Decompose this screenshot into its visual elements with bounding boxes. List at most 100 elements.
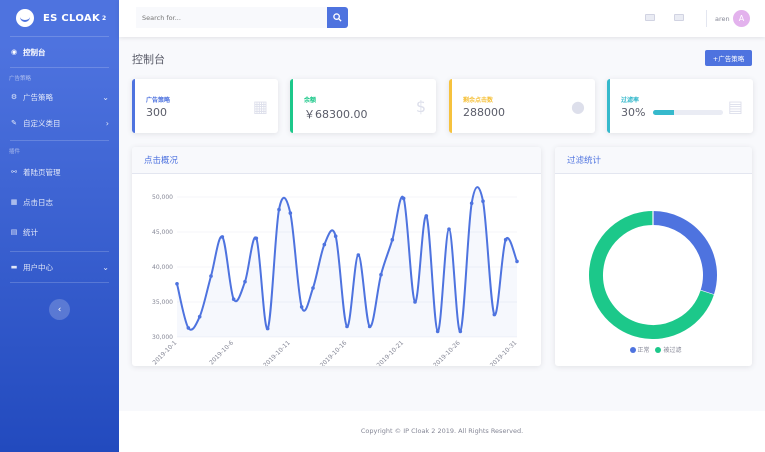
data-point — [458, 329, 463, 334]
sidebar-item-label: 广告策略 — [23, 92, 53, 102]
sidebar-item-landing-pages[interactable]: ⚯ 着陆页管理 — [0, 157, 119, 187]
stat-card-balance: 余额 ￥68300.00 $ — [290, 79, 436, 133]
filter-rate-progress — [653, 110, 723, 115]
brand[interactable]: ES CLOAK 2 — [0, 0, 119, 36]
data-point — [413, 300, 417, 304]
gear-icon: ⚙ — [10, 93, 18, 101]
data-point — [503, 237, 508, 242]
data-point — [515, 259, 519, 264]
data-point — [288, 211, 293, 215]
x-tick-label: 2019-10-31 — [489, 339, 519, 366]
y-tick-label: 50,000 — [152, 194, 173, 201]
stat-value: 288000 — [463, 106, 505, 119]
chart-icon: ▤ — [10, 228, 18, 236]
sidebar-item-stats[interactable]: ▤ 统计 — [0, 217, 119, 247]
data-point — [322, 242, 327, 247]
dashboard-icon: ◉ — [10, 48, 18, 56]
data-point — [333, 234, 338, 238]
data-point — [345, 324, 349, 329]
panel-title: 点击概况 — [132, 147, 541, 174]
envelope-icon[interactable] — [674, 14, 684, 21]
legend-swatch — [629, 347, 636, 353]
wrench-icon: ✎ — [11, 119, 17, 127]
sidebar-item-custom-category[interactable]: ✎ 自定义类目 › — [0, 110, 119, 136]
donut-legend: 正常 被过滤 — [555, 345, 752, 354]
sidebar-item-user-center[interactable]: ▬ 用户中心 ⌄ — [0, 252, 119, 282]
panel-title: 过滤统计 — [555, 147, 752, 174]
data-point — [356, 253, 361, 257]
data-point — [492, 312, 497, 317]
brand-sup: 2 — [102, 14, 107, 22]
sidebar-item-label: 自定义类目 — [23, 118, 61, 128]
x-tick-label: 2019-10-1 — [151, 339, 178, 366]
sidebar-toggle-button[interactable]: ‹ — [49, 299, 70, 320]
sidebar-heading-ads: 广告策略 — [9, 76, 32, 82]
data-point — [220, 235, 225, 239]
chevron-down-icon: ⌄ — [102, 92, 109, 102]
data-point — [424, 214, 429, 218]
add-ad-strategy-button[interactable]: +广告策略 — [705, 50, 752, 66]
divider — [706, 10, 707, 27]
username[interactable]: aren — [715, 15, 730, 23]
stat-label: 余额 — [304, 97, 317, 104]
search-input[interactable] — [136, 7, 327, 28]
data-point — [367, 324, 372, 329]
chevron-right-icon: › — [105, 118, 109, 128]
legend-label: 正常 — [637, 347, 650, 354]
x-tick-label: 2019-10-26 — [432, 339, 462, 366]
x-tick-label: 2019-10-21 — [375, 339, 405, 366]
footer: Copyright © IP Cloak 2 2019. All Rights … — [119, 411, 765, 452]
click-overview-panel: 点击概况 30,000 35,000 40,000 45,000 50,000 2019-… — [132, 147, 541, 369]
y-tick-label: 35,000 — [152, 299, 173, 306]
data-point — [299, 305, 304, 309]
data-point — [209, 274, 213, 278]
search-bar — [136, 7, 348, 28]
data-point — [390, 237, 395, 242]
stat-value: 300 — [146, 106, 167, 119]
data-point — [311, 286, 315, 290]
sidebar-item-click-log[interactable]: ▦ 点击日志 — [0, 187, 119, 217]
search-icon — [333, 13, 342, 22]
calendar-icon: ▦ — [252, 97, 268, 116]
sidebar-item-label: 着陆页管理 — [23, 167, 61, 177]
link-icon: ⚯ — [11, 168, 17, 176]
data-point — [401, 196, 406, 201]
legend-swatch — [655, 347, 662, 353]
filter-donut-chart — [589, 211, 717, 339]
filter-stats-panel: 过滤统计 正常 被过滤 — [555, 147, 752, 366]
divider — [10, 282, 109, 283]
x-tick-label: 2019-10-6 — [208, 339, 235, 366]
data-point — [469, 201, 474, 206]
sidebar-item-label: 控制台 — [23, 47, 46, 57]
donut-slice — [652, 211, 717, 295]
logo-icon — [16, 9, 34, 27]
stat-card-remaining-clicks: 剩余点击数 288000 ● — [449, 79, 595, 133]
data-point — [231, 297, 236, 301]
x-tick-label: 2019-10-16 — [319, 339, 349, 366]
y-tick-label: 40,000 — [152, 264, 173, 271]
data-point — [447, 227, 451, 231]
data-point — [379, 272, 383, 277]
comments-icon: ● — [571, 97, 585, 116]
data-point — [175, 282, 179, 286]
clipboard-icon: ▤ — [727, 97, 743, 116]
chevron-down-icon: ⌄ — [102, 262, 109, 272]
search-button[interactable] — [327, 7, 348, 28]
stat-label: 广告策略 — [146, 97, 171, 104]
copyright-text: Copyright © IP Cloak 2 2019. All Rights … — [360, 427, 524, 435]
legend-label: 被过滤 — [663, 347, 682, 354]
avatar[interactable]: A — [733, 10, 750, 27]
topbar: aren A — [119, 0, 765, 37]
data-point — [243, 279, 247, 284]
stat-value: ￥68300.00 — [304, 108, 368, 121]
sidebar-item-ad-strategy[interactable]: ⚙ 广告策略 ⌄ — [0, 84, 119, 110]
card-icon[interactable] — [645, 14, 655, 21]
stat-card-filter-rate: 过滤率 30% ▤ — [607, 79, 753, 133]
sidebar-item-dashboard[interactable]: ◉ 控制台 — [0, 37, 119, 67]
brand-name: ES CLOAK — [43, 12, 100, 24]
stat-card-ad-strategy: 广告策略 300 ▦ — [132, 79, 278, 133]
stat-value: 30% — [621, 106, 646, 119]
sidebar-item-label: 用户中心 — [23, 262, 53, 272]
data-point — [197, 314, 202, 319]
y-tick-label: 30,000 — [152, 334, 173, 341]
